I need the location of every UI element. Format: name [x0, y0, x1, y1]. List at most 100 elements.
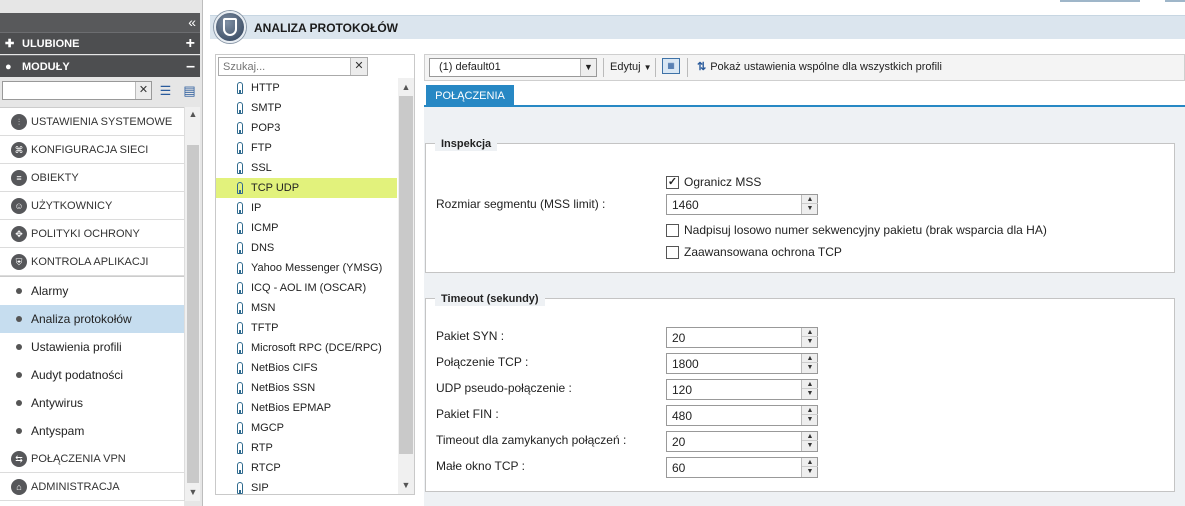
bullet-icon	[16, 344, 22, 350]
scroll-thumb[interactable]	[399, 96, 413, 454]
protocol-list-item[interactable]: SSL	[216, 158, 397, 178]
mss-value: 1460	[672, 198, 699, 212]
toolbar-divider	[655, 58, 656, 77]
mss-stepper[interactable]: 1460 ▲ ▼	[666, 194, 818, 215]
scroll-up-icon[interactable]: ▲	[185, 107, 201, 121]
favorites-header[interactable]: ✚ ULUBIONE +	[0, 32, 200, 54]
randomize-seq-checkbox[interactable]	[666, 224, 679, 237]
clear-search-icon[interactable]: ✕	[350, 58, 367, 75]
nav-users[interactable]: ☺ UŻYTKOWNICY	[0, 192, 184, 220]
increment-icon[interactable]: ▲	[802, 195, 818, 204]
protocol-list-item[interactable]: MGCP	[216, 418, 397, 438]
nav-system-settings[interactable]: ⫶ USTAWIENIA SYSTEMOWE	[0, 108, 184, 136]
protocol-list-item[interactable]: RTCP	[216, 458, 397, 478]
sub-alarms[interactable]: Alarmy	[0, 277, 184, 305]
sub-profile-settings[interactable]: Ustawienia profili	[0, 333, 184, 361]
decrement-icon[interactable]: ▼	[802, 204, 818, 213]
decrement-icon[interactable]: ▼	[802, 415, 818, 424]
sub-antispam[interactable]: Antyspam	[0, 417, 184, 445]
protocol-list-scrollbar[interactable]: ▲ ▼	[398, 78, 414, 494]
increment-icon[interactable]: ▲	[802, 354, 818, 363]
scroll-down-icon[interactable]: ▼	[185, 485, 201, 499]
tab-connections[interactable]: POŁĄCZENIA	[426, 85, 514, 107]
scroll-up-icon[interactable]: ▲	[398, 80, 414, 94]
protocol-search-input[interactable]	[218, 57, 368, 76]
expand-plus-icon[interactable]: +	[186, 33, 195, 55]
sidebar-collapse-bar: «	[0, 13, 200, 32]
decrement-icon[interactable]: ▼	[802, 363, 818, 372]
scroll-down-icon[interactable]: ▼	[398, 478, 414, 492]
timeout-stepper[interactable]: 1800 ▲ ▼	[666, 353, 818, 374]
nav-security-policies[interactable]: ✥ POLITYKI OCHRONY	[0, 220, 184, 248]
protocol-label: Microsoft RPC (DCE/RPC)	[251, 342, 382, 354]
protocol-label: SMTP	[251, 102, 282, 114]
increment-icon[interactable]: ▲	[802, 406, 818, 415]
protocol-list-item[interactable]: IP	[216, 198, 397, 218]
edit-button[interactable]: Edytuj ▼	[610, 60, 652, 75]
protocol-list-item[interactable]: Yahoo Messenger (YMSG)	[216, 258, 397, 278]
list-view-icon[interactable]: ☰	[157, 82, 174, 99]
protocol-icon	[237, 482, 243, 494]
modules-label: MODUŁY	[22, 61, 70, 73]
advanced-tcp-checkbox[interactable]	[666, 246, 679, 259]
decrement-icon[interactable]: ▼	[802, 441, 818, 450]
increment-icon[interactable]: ▲	[802, 328, 818, 337]
show-shared-settings-button[interactable]: ⇅ Pokaż ustawienia wspólne dla wszystkich…	[697, 60, 942, 75]
increment-icon[interactable]: ▲	[802, 458, 818, 467]
edit-label: Edytuj	[610, 61, 641, 73]
timeout-stepper[interactable]: 20 ▲ ▼	[666, 431, 818, 452]
protocol-list-item[interactable]: HTTP	[216, 78, 397, 98]
protocol-list-item[interactable]: NetBios EPMAP	[216, 398, 397, 418]
clear-search-icon[interactable]: ✕	[135, 82, 151, 99]
protocol-icon	[237, 402, 243, 414]
sub-antivirus[interactable]: Antywirus	[0, 389, 184, 417]
profile-config-icon[interactable]: ▦	[662, 58, 680, 74]
limit-mss-label: Ogranicz MSS	[684, 175, 762, 189]
nav-label: ADMINISTRACJA	[31, 481, 120, 493]
chevron-down-icon[interactable]: ▼	[580, 59, 596, 76]
timeout-stepper[interactable]: 60 ▲ ▼	[666, 457, 818, 478]
protocol-list-item[interactable]: SMTP	[216, 98, 397, 118]
caret-down-icon: ▼	[643, 63, 652, 72]
nav-app-control[interactable]: ⛨ KONTROLA APLIKACJI	[0, 248, 184, 276]
timeout-stepper[interactable]: 120 ▲ ▼	[666, 379, 818, 400]
sub-label: Alarmy	[31, 284, 69, 298]
sidebar-scrollbar[interactable]: ▲ ▼	[184, 107, 200, 501]
bullet-icon	[16, 428, 22, 434]
module-search-input[interactable]	[2, 81, 152, 100]
collapse-minus-icon[interactable]: –	[186, 56, 195, 78]
nav-network-config[interactable]: ⌘ KONFIGURACJA SIECI	[0, 136, 184, 164]
timeout-stepper[interactable]: 480 ▲ ▼	[666, 405, 818, 426]
nav-administration[interactable]: ⌂ ADMINISTRACJA	[0, 473, 184, 501]
protocol-list-item[interactable]: NetBios SSN	[216, 378, 397, 398]
increment-icon[interactable]: ▲	[802, 380, 818, 389]
protocol-list-item[interactable]: ICQ - AOL IM (OSCAR)	[216, 278, 397, 298]
modules-header[interactable]: ● MODUŁY –	[0, 55, 200, 77]
increment-icon[interactable]: ▲	[802, 432, 818, 441]
protocol-list-item[interactable]: FTP	[216, 138, 397, 158]
protocol-list-item[interactable]: TCP UDP	[216, 178, 397, 198]
protocol-list-item[interactable]: MSN	[216, 298, 397, 318]
decrement-icon[interactable]: ▼	[802, 337, 818, 346]
timeout-stepper[interactable]: 20 ▲ ▼	[666, 327, 818, 348]
protocol-list-item[interactable]: NetBios CIFS	[216, 358, 397, 378]
protocol-list-item[interactable]: ICMP	[216, 218, 397, 238]
protocol-list-item[interactable]: Microsoft RPC (DCE/RPC)	[216, 338, 397, 358]
sub-vulnerability-audit[interactable]: Audyt podatności	[0, 361, 184, 389]
protocol-list-item[interactable]: SIP	[216, 478, 397, 498]
nav-vpn[interactable]: ⇆ POŁĄCZENIA VPN	[0, 445, 184, 473]
protocol-list-item[interactable]: RTP	[216, 438, 397, 458]
protocol-list-item[interactable]: TFTP	[216, 318, 397, 338]
collapse-sidebar-icon[interactable]: «	[188, 14, 196, 30]
profile-select[interactable]: (1) default01 ▼	[429, 58, 597, 77]
limit-mss-checkbox[interactable]: ✓	[666, 176, 679, 189]
nav-objects[interactable]: ≡ OBIEKTY	[0, 164, 184, 192]
protocol-list-item[interactable]: DNS	[216, 238, 397, 258]
decrement-icon[interactable]: ▼	[802, 467, 818, 476]
tree-view-icon[interactable]: ▤	[181, 82, 198, 99]
sub-protocol-analysis[interactable]: Analiza protokołów	[0, 305, 184, 333]
timeout-label: Pakiet SYN :	[436, 329, 505, 343]
protocol-list-item[interactable]: POP3	[216, 118, 397, 138]
scroll-thumb[interactable]	[187, 145, 199, 483]
decrement-icon[interactable]: ▼	[802, 389, 818, 398]
